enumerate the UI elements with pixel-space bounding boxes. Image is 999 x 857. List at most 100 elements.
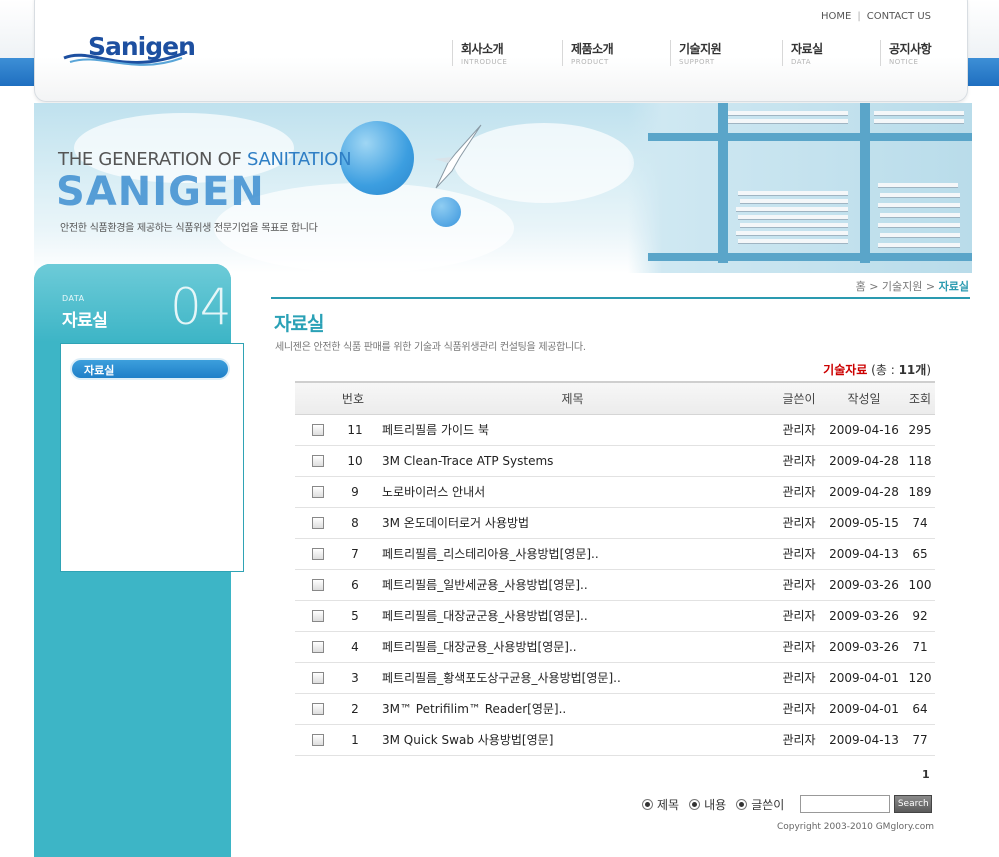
sidebar-number: 04 — [170, 278, 232, 336]
radio-icon[interactable] — [736, 798, 748, 810]
row-subject-link[interactable]: 3M Clean-Trace ATP Systems — [370, 445, 775, 477]
search-button[interactable]: Search — [894, 795, 933, 813]
nav-sublabel: INTRODUCE — [461, 58, 508, 66]
radio-icon[interactable] — [642, 798, 653, 810]
checkbox[interactable] — [311, 548, 324, 560]
row-date: 2009-04-13 — [823, 538, 905, 570]
row-number: 4 — [340, 631, 370, 663]
table-row[interactable]: 11 페트리필름 가이드 북 관리자 2009-04-16 295 — [295, 414, 935, 446]
row-views: 92 — [905, 600, 935, 632]
copyright: Copyright 2003-2010 GMglory.com — [776, 822, 934, 832]
row-checkbox-cell — [295, 476, 340, 508]
pagination-current[interactable]: 1 — [922, 768, 930, 781]
row-subject-link[interactable]: 페트리필름_일반세균용_사용방법[영문].. — [370, 569, 775, 601]
post-table: 번호 제목 글쓴이 작성일 조회 11 페트리필름 가이드 북 관리자 2009-04… — [295, 381, 935, 756]
checkbox[interactable] — [311, 579, 324, 591]
radio-icon[interactable] — [689, 798, 701, 810]
row-checkbox-cell — [295, 662, 340, 694]
paper-stack — [740, 199, 848, 204]
checkbox[interactable] — [311, 455, 324, 467]
post-count: 기술자료 (총 : 11개) — [823, 361, 931, 378]
row-subject-link[interactable]: 3M 온도데이터로거 사용방법 — [370, 507, 775, 539]
row-checkbox-cell — [295, 507, 340, 539]
count-suffix: ) — [926, 363, 931, 377]
row-number: 1 — [340, 724, 370, 756]
row-subject-link[interactable]: 페트리필름_리스테리아용_사용방법[영문].. — [370, 538, 775, 570]
row-subject-link[interactable]: 노로바이러스 안내서 — [370, 476, 775, 508]
table-row[interactable]: 5 페트리필름_대장균군용_사용방법[영문].. 관리자 2009-03-26 92 — [295, 600, 935, 632]
count-label: 기술자료 — [823, 363, 868, 377]
checkbox[interactable] — [311, 672, 324, 684]
checkbox[interactable] — [311, 703, 324, 715]
row-writer: 관리자 — [775, 569, 823, 601]
nav-item-support[interactable]: 기술지원 SUPPORT — [670, 40, 722, 66]
search-option-writer[interactable]: 글쓴이 — [736, 796, 784, 813]
row-writer: 관리자 — [775, 662, 823, 694]
paper-stack — [878, 183, 958, 188]
banner-brand: SANIGEN — [56, 169, 265, 215]
nav-item-notice[interactable]: 공지사항 NOTICE — [880, 40, 932, 66]
nav-sublabel: NOTICE — [889, 58, 919, 66]
row-views: 118 — [905, 445, 935, 477]
header-writer: 글쓴이 — [775, 381, 823, 415]
table-row[interactable]: 9 노로바이러스 안내서 관리자 2009-04-28 189 — [295, 476, 935, 508]
row-subject-link[interactable]: 3M Quick Swab 사용방법[영문] — [370, 724, 775, 756]
breadcrumb-current: 자료실 — [938, 280, 969, 293]
nav-item-product[interactable]: 제품소개 PRODUCT — [562, 40, 614, 66]
header-subject: 제목 — [370, 381, 775, 415]
checkbox[interactable] — [311, 641, 324, 653]
checkbox[interactable] — [311, 734, 324, 746]
row-subject-link[interactable]: 페트리필름_대장균군용_사용방법[영문].. — [370, 600, 775, 632]
row-subject-link[interactable]: 페트리필름_대장균용_사용방법[영문].. — [370, 631, 775, 663]
table-row[interactable]: 3 페트리필름_황색포도상구균용_사용방법[영문].. 관리자 2009-04-01 1… — [295, 662, 935, 694]
banner-headline-a: THE GENERATION OF — [58, 149, 247, 170]
row-checkbox-cell — [295, 693, 340, 725]
row-views: 189 — [905, 476, 935, 508]
row-number: 10 — [340, 445, 370, 477]
row-number: 8 — [340, 507, 370, 539]
table-row[interactable]: 8 3M 온도데이터로거 사용방법 관리자 2009-05-15 74 — [295, 507, 935, 539]
row-checkbox-cell — [295, 414, 340, 446]
table-row[interactable]: 10 3M Clean-Trace ATP Systems 관리자 2009-04-2… — [295, 445, 935, 477]
paper-stack — [736, 231, 848, 236]
row-date: 2009-03-26 — [823, 600, 905, 632]
paper-stack — [738, 215, 848, 220]
checkbox[interactable] — [311, 610, 324, 622]
newspaper-shelf-image — [628, 103, 972, 273]
checkbox[interactable] — [311, 486, 324, 498]
search-option-label: 글쓴이 — [751, 797, 785, 812]
table-row[interactable]: 2 3M™ Petrifilim™ Reader[영문].. 관리자 2009-04-… — [295, 693, 935, 725]
row-writer: 관리자 — [775, 445, 823, 477]
checkbox[interactable] — [311, 517, 324, 529]
row-views: 120 — [905, 662, 935, 694]
nav-item-introduce[interactable]: 회사소개 INTRODUCE — [452, 40, 507, 66]
search-bar: 제목 내용 글쓴이 Search — [642, 795, 933, 813]
breadcrumb-home[interactable]: 홈 — [856, 280, 866, 293]
header-no: 번호 — [295, 381, 370, 415]
paper-stack — [878, 243, 960, 248]
breadcrumb: 홈 > 기술지원 > 자료실 — [856, 278, 969, 294]
table-row[interactable]: 1 3M Quick Swab 사용방법[영문] 관리자 2009-04-13 77 — [295, 724, 935, 756]
row-subject-link[interactable]: 3M™ Petrifilim™ Reader[영문].. — [370, 693, 775, 725]
breadcrumb-parent[interactable]: 기술지원 — [882, 280, 922, 293]
contact-link[interactable]: CONTACT US — [867, 11, 931, 22]
checkbox[interactable] — [311, 424, 324, 436]
home-link[interactable]: HOME — [821, 11, 851, 22]
search-option-subject[interactable]: 제목 — [642, 796, 679, 813]
table-header-row: 번호 제목 글쓴이 작성일 조회 — [295, 381, 935, 415]
site-logo[interactable]: Sanigen — [62, 30, 196, 74]
main-nav: 회사소개 INTRODUCE 제품소개 PRODUCT 기술지원 SUPPORT… — [452, 40, 942, 70]
shelf-board — [648, 253, 972, 261]
table-row[interactable]: 4 페트리필름_대장균용_사용방법[영문].. 관리자 2009-03-26 71 — [295, 631, 935, 663]
row-views: 100 — [905, 569, 935, 601]
row-subject-link[interactable]: 페트리필름 가이드 북 — [370, 414, 775, 446]
table-row[interactable]: 6 페트리필름_일반세균용_사용방법[영문].. 관리자 2009-03-26 100 — [295, 569, 935, 601]
header-date: 작성일 — [823, 381, 905, 415]
sidebar-item-data[interactable]: 자료실 — [70, 358, 230, 380]
table-row[interactable]: 7 페트리필름_리스테리아용_사용방법[영문].. 관리자 2009-04-13 65 — [295, 538, 935, 570]
row-subject-link[interactable]: 페트리필름_황색포도상구균용_사용방법[영문].. — [370, 662, 775, 694]
nav-sublabel: PRODUCT — [571, 58, 609, 66]
nav-item-data[interactable]: 자료실 DATA — [782, 40, 823, 66]
search-input[interactable] — [800, 795, 891, 813]
search-option-content[interactable]: 내용 — [689, 796, 726, 813]
